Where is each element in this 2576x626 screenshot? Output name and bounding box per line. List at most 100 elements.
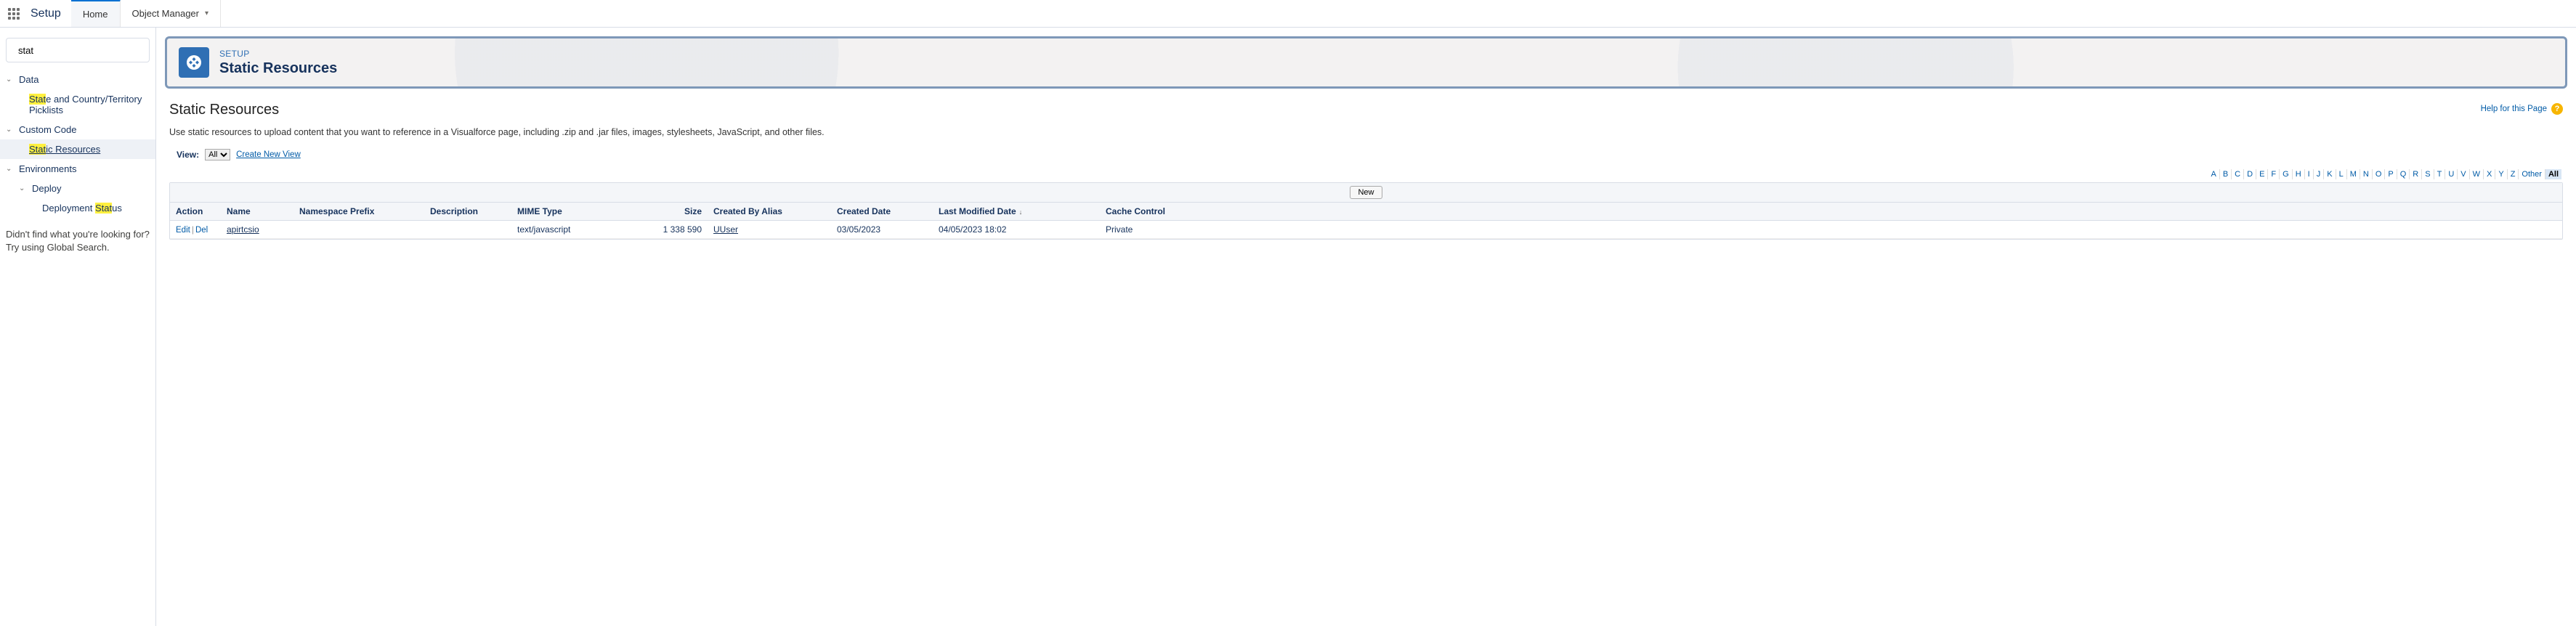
chevron-down-icon: ⌄ — [6, 76, 15, 84]
create-new-view-link[interactable]: Create New View — [236, 150, 301, 159]
top-nav: Setup Home Object Manager ▾ — [0, 0, 2576, 28]
tree-section-environments[interactable]: ⌄ Environments — [0, 159, 155, 179]
chevron-down-icon: ⌄ — [6, 126, 15, 134]
alpha-m[interactable]: M — [2347, 169, 2360, 179]
cell-namespace — [293, 221, 424, 239]
col-name[interactable]: Name — [221, 203, 293, 221]
setup-title: Setup — [28, 0, 71, 27]
alpha-n[interactable]: N — [2360, 169, 2373, 179]
tab-object-manager[interactable]: Object Manager ▾ — [121, 0, 222, 27]
col-mime[interactable]: MIME Type — [511, 203, 657, 221]
alpha-r[interactable]: R — [2410, 169, 2422, 179]
tree-section-data[interactable]: ⌄ Data — [0, 70, 155, 89]
col-action: Action — [170, 203, 221, 221]
alpha-b[interactable]: B — [2220, 169, 2232, 179]
cell-action: Edit|Del — [170, 221, 221, 239]
cell-name: apirtcsio — [221, 221, 293, 239]
col-last-modified[interactable]: Last Modified Date↓ — [933, 203, 1100, 221]
alpha-other[interactable]: Other — [2519, 169, 2545, 179]
tab-home-label: Home — [83, 9, 108, 20]
alpha-x[interactable]: X — [2484, 169, 2495, 179]
alpha-s[interactable]: S — [2422, 169, 2434, 179]
alpha-all[interactable]: All — [2545, 169, 2561, 179]
alpha-f[interactable]: F — [2268, 169, 2280, 179]
alpha-q[interactable]: Q — [2397, 169, 2410, 179]
col-namespace[interactable]: Namespace Prefix — [293, 203, 424, 221]
alpha-l[interactable]: L — [2336, 169, 2347, 179]
col-description[interactable]: Description — [424, 203, 511, 221]
table-header-row: Action Name Namespace Prefix Description… — [170, 203, 2562, 221]
del-link[interactable]: Del — [195, 226, 208, 235]
help-link[interactable]: Help for this Page ? — [2481, 103, 2563, 115]
tree-section-deploy-label: Deploy — [32, 183, 61, 194]
alpha-v[interactable]: V — [2458, 169, 2469, 179]
cell-description — [424, 221, 511, 239]
alpha-d[interactable]: D — [2244, 169, 2256, 179]
alpha-i[interactable]: I — [2305, 169, 2314, 179]
sort-down-icon: ↓ — [1019, 208, 1023, 216]
edit-link[interactable]: Edit — [176, 226, 190, 235]
cell-created-date: 03/05/2023 — [831, 221, 933, 239]
view-select[interactable]: All — [205, 149, 230, 160]
quick-find-input[interactable] — [18, 45, 146, 56]
tree-leaf-deployment-status[interactable]: Deployment Status — [0, 198, 155, 218]
table-row: Edit|Del apirtcsio text/javascript 1 338… — [170, 221, 2562, 239]
col-created-by[interactable]: Created By Alias — [708, 203, 831, 221]
app-launcher-icon[interactable] — [0, 0, 28, 27]
alpha-c[interactable]: C — [2232, 169, 2244, 179]
cell-mime: text/javascript — [511, 221, 657, 239]
main-content: SETUP Static Resources Help for this Pag… — [156, 28, 2576, 626]
tree-section-custom-code[interactable]: ⌄ Custom Code — [0, 120, 155, 139]
alpha-k[interactable]: K — [2324, 169, 2336, 179]
breadcrumb: SETUP — [219, 49, 337, 59]
chevron-down-icon: ▾ — [205, 9, 208, 17]
alpha-j[interactable]: J — [2314, 169, 2325, 179]
page-title: Static Resources — [219, 60, 337, 77]
view-selector-row: View: All Create New View — [177, 149, 2563, 160]
tree-section-custom-code-label: Custom Code — [19, 124, 76, 135]
alpha-y[interactable]: Y — [2495, 169, 2507, 179]
alpha-u[interactable]: U — [2445, 169, 2458, 179]
highlight: Stat — [29, 144, 46, 155]
alpha-o[interactable]: O — [2373, 169, 2386, 179]
page-header-band: SETUP Static Resources — [165, 36, 2567, 89]
created-by-link[interactable]: UUser — [713, 224, 738, 235]
help-icon: ? — [2551, 103, 2563, 115]
col-cache[interactable]: Cache Control — [1100, 203, 2562, 221]
new-button[interactable]: New — [1350, 186, 1382, 199]
static-resources-icon — [179, 47, 209, 78]
tree-section-deploy[interactable]: ⌄ Deploy — [0, 179, 155, 198]
tab-object-manager-label: Object Manager — [132, 8, 200, 19]
alpha-filter: ABCDEFGHIJKLMNOPQRSTUVWXYZOtherAll — [169, 169, 2563, 179]
tree-section-environments-label: Environments — [19, 163, 76, 174]
alpha-g[interactable]: G — [2280, 169, 2293, 179]
alpha-p[interactable]: P — [2385, 169, 2397, 179]
highlight: Stat — [29, 94, 46, 105]
help-link-label: Help for this Page — [2481, 105, 2547, 113]
quick-find-box[interactable] — [6, 38, 150, 62]
col-size[interactable]: Size — [657, 203, 708, 221]
resource-table: New Action Name Namespace Prefix Descrip… — [169, 182, 2563, 240]
content-heading: Static Resources — [169, 102, 2563, 118]
tree-leaf-static-resources[interactable]: Static Resources — [0, 139, 155, 159]
cell-cache: Private — [1100, 221, 2562, 239]
setup-sidebar: ⌄ Data State and Country/Territory Pickl… — [0, 28, 156, 626]
resource-name-link[interactable]: apirtcsio — [227, 224, 259, 235]
tab-home[interactable]: Home — [71, 0, 121, 27]
highlight: Stat — [95, 203, 112, 214]
chevron-down-icon: ⌄ — [19, 184, 28, 192]
alpha-z[interactable]: Z — [2508, 169, 2519, 179]
content-description: Use static resources to upload content t… — [169, 127, 2563, 137]
tree-leaf-state-country[interactable]: State and Country/Territory Picklists — [0, 89, 155, 120]
alpha-h[interactable]: H — [2293, 169, 2305, 179]
col-created-date[interactable]: Created Date — [831, 203, 933, 221]
chevron-down-icon: ⌄ — [6, 165, 15, 173]
alpha-e[interactable]: E — [2256, 169, 2268, 179]
alpha-t[interactable]: T — [2434, 169, 2446, 179]
cell-size: 1 338 590 — [657, 221, 708, 239]
not-found-hint: Didn't find what you're looking for? Try… — [0, 218, 155, 264]
cell-last-modified: 04/05/2023 18:02 — [933, 221, 1100, 239]
alpha-a[interactable]: A — [2208, 169, 2219, 179]
alpha-w[interactable]: W — [2470, 169, 2484, 179]
view-label: View: — [177, 150, 199, 160]
